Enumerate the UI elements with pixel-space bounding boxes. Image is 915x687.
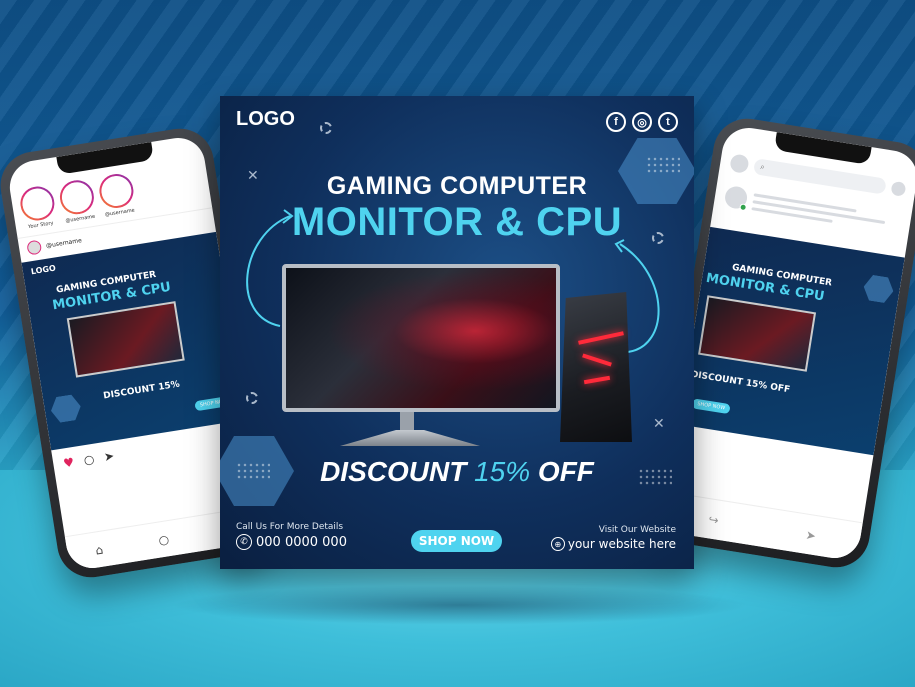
call-label: Call Us For More Details	[236, 522, 344, 532]
story-label: @username	[65, 213, 96, 225]
search-icon: ⌕	[759, 161, 766, 172]
online-indicator	[739, 203, 748, 212]
story-avatar	[57, 177, 97, 217]
phone-number[interactable]: 000 0000 000	[256, 535, 347, 550]
mini-monitor	[66, 301, 185, 378]
discount-off: OFF	[537, 456, 594, 487]
gaming-monitor	[282, 264, 560, 412]
discount-headline: DISCOUNT 15% OFF	[220, 456, 694, 488]
website-link[interactable]: your website here	[568, 537, 676, 551]
mini-monitor	[698, 295, 817, 372]
discount-word: DISCOUNT	[320, 456, 467, 487]
mini-post-image: GAMING COMPUTER MONITOR & CPU DISCOUNT 1…	[678, 226, 905, 456]
main-post: LOGO f ◎ t ✕ ✕ GAMING COMPUTER MONITOR &…	[220, 96, 694, 569]
mini-post-image: LOGO GAMING COMPUTER MONITOR & CPU DISCO…	[21, 231, 246, 451]
send-icon[interactable]: ➤	[103, 449, 115, 464]
globe-icon: ⊕	[550, 537, 565, 551]
shop-now-button[interactable]: SHOP NOW	[411, 530, 502, 552]
profile-avatar[interactable]	[729, 153, 750, 174]
story-avatar	[17, 184, 57, 223]
post-title-line2: MONITOR & CPU	[291, 200, 623, 244]
search-icon[interactable]: ○	[157, 532, 170, 547]
story-item[interactable]: @username	[96, 171, 137, 219]
home-icon[interactable]: ⌂	[94, 542, 104, 557]
mini-discount: DISCOUNT 15% OFF	[690, 369, 791, 396]
visit-label: Visit Our Website	[598, 525, 676, 535]
mini-hexagon	[49, 393, 83, 423]
avatar[interactable]	[723, 184, 749, 212]
story-avatar	[96, 171, 136, 211]
mini-logo: LOGO	[30, 263, 57, 277]
post-username[interactable]: @username	[46, 237, 83, 250]
avatar[interactable]	[26, 239, 43, 256]
story-item[interactable]: Your Story	[17, 184, 58, 231]
story-label: @username	[104, 207, 136, 219]
phone-icon: ✆	[236, 534, 252, 550]
website-contact: ⊕ your website here	[550, 537, 676, 551]
share-icon[interactable]: ↪	[708, 512, 720, 527]
send-icon[interactable]: ➤	[805, 527, 817, 542]
phone-contact: ✆ 000 0000 000	[236, 534, 347, 550]
chat-icon[interactable]	[890, 180, 907, 197]
post-title-line1: GAMING COMPUTER	[326, 172, 588, 200]
mini-discount: DISCOUNT 15%	[102, 379, 181, 402]
mini-hexagon	[862, 274, 896, 304]
mini-shop-button: SHOP NOW	[691, 398, 731, 415]
story-item[interactable]: @username	[57, 177, 97, 225]
floor-shadow	[170, 585, 750, 625]
heart-icon[interactable]: ♥	[62, 455, 75, 471]
discount-percent: 15%	[474, 456, 531, 487]
comment-icon[interactable]: ○	[83, 452, 96, 467]
story-label: Your Story	[27, 220, 54, 231]
cpu-tower	[560, 292, 632, 442]
